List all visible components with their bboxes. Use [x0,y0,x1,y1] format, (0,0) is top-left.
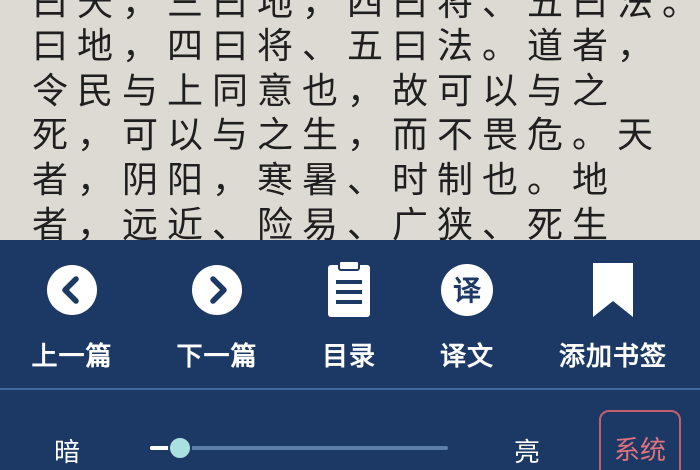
table-of-contents-label: 目录 [321,342,376,372]
text-line-2: 令民与上同意也，故可以与之 [32,71,618,112]
translation-button[interactable]: 译 译文 [402,258,532,378]
add-bookmark-button[interactable]: 添加书签 [548,258,678,378]
brightness-control: 暗 亮 系统 [0,390,700,470]
brightness-slider-thumb[interactable] [167,436,192,460]
text-line-1: 曰地，四曰将、五曰法。道者， [32,26,663,67]
document-list-icon [317,258,381,322]
text-line-4: 者，阴阳，寒暑、时制也。地 [32,160,618,201]
bright-label: 亮 [514,438,541,468]
bookmark-icon [581,258,645,322]
translate-icon-glyph: 译 [453,274,482,307]
dark-label: 暗 [54,438,81,468]
add-bookmark-label: 添加书签 [558,342,667,372]
table-of-contents-button[interactable]: 目录 [284,258,414,378]
translate-icon: 译 [435,258,499,322]
chevron-left-circle-icon [40,258,104,322]
next-article-button[interactable]: 下一篇 [152,258,282,378]
text-line-5: 者，远近、险易、广狭、死生 [32,205,618,240]
previous-article-button[interactable]: 上一篇 [7,258,137,378]
text-line-3: 死，可以与之生，而不畏危。天 [32,115,663,156]
reader-toolbar: 上一篇 下一篇 目录 译 译文 添加书签 [0,240,700,390]
brightness-slider-track[interactable] [150,446,448,450]
translation-label: 译文 [439,342,494,372]
system-brightness-button[interactable]: 系统 [599,410,681,470]
reader-text-area: 曰天，三曰地，四曰将、五曰法。 曰地，四曰将、五曰法。道者， 令民与上同意也，故… [0,0,700,240]
chevron-right-circle-icon [185,258,249,322]
next-article-label: 下一篇 [176,342,258,372]
previous-article-label: 上一篇 [31,342,113,372]
